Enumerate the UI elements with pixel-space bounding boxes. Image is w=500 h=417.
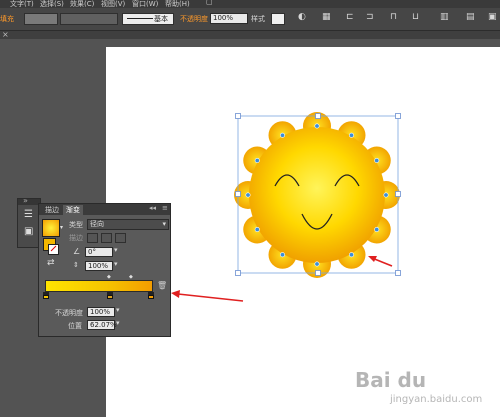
reverse-gradient-icon[interactable]: ⇄ xyxy=(47,258,55,268)
gradient-type-dropdown[interactable]: 径向 ▾ xyxy=(87,219,169,230)
angle-field[interactable]: 0° xyxy=(85,247,113,257)
trash-icon[interactable]: 🗑 xyxy=(157,281,167,290)
gradient-panel: 描边 渐变 ◂◂ ≡ ▾ ⇄ 类型 径向 ▾ 描边 ∠ 0° ▾ ⇕ 100% … xyxy=(38,203,171,337)
anchor-dot[interactable] xyxy=(254,158,260,164)
angle-icon: ∠ xyxy=(73,247,81,256)
anchor-dot[interactable] xyxy=(279,252,285,258)
thumbnail-menu-icon[interactable]: ▾ xyxy=(60,224,63,231)
anchor-dot[interactable] xyxy=(374,158,380,164)
location-dropdown-icon[interactable]: ▾ xyxy=(116,319,120,327)
stroke-swatch[interactable] xyxy=(48,244,59,255)
stroke-option-2[interactable] xyxy=(101,233,112,243)
layers-icon[interactable]: ▣ xyxy=(24,226,33,237)
menu-icon[interactable]: ☰ xyxy=(24,209,33,220)
location-label: 位置 xyxy=(68,322,82,330)
aspect-ratio-icon: ⇕ xyxy=(73,261,79,269)
stroke-option-1[interactable] xyxy=(87,233,98,243)
sun-face xyxy=(249,127,385,263)
anchor-dot[interactable] xyxy=(254,227,260,233)
stroke-label: 描边 xyxy=(69,234,83,242)
panel-header: 描边 渐变 ◂◂ ≡ xyxy=(39,204,170,215)
gradient-thumbnail[interactable] xyxy=(42,219,60,237)
location-field[interactable]: 62.07% xyxy=(87,320,117,330)
arrow-to-gradient-head xyxy=(171,290,180,298)
anchor-dot[interactable] xyxy=(245,192,251,198)
anchor-dot[interactable] xyxy=(348,132,354,138)
gradient-slider[interactable] xyxy=(45,280,153,292)
gradient-stop-start[interactable] xyxy=(43,292,49,299)
aspect-ratio-field[interactable]: 100% xyxy=(85,261,113,271)
gradient-stop-end[interactable] xyxy=(148,292,154,299)
anchor-dot[interactable] xyxy=(348,252,354,258)
collapse-panel-icon[interactable]: ◂◂ xyxy=(149,204,156,212)
collapse-icon[interactable]: » xyxy=(23,196,28,205)
baidu-watermark-logo: Bai du xyxy=(355,368,427,392)
anchor-dot[interactable] xyxy=(279,132,285,138)
tab-stroke[interactable]: 描边 xyxy=(42,205,62,215)
aspect-dropdown-icon[interactable]: ▾ xyxy=(114,260,118,268)
watermark-url: jingyan.baidu.com xyxy=(390,394,483,405)
arrow-to-gradient xyxy=(177,293,244,302)
anchor-dot[interactable] xyxy=(383,192,389,198)
stop-opacity-field[interactable]: 100% xyxy=(87,307,115,317)
gradient-stop-middle[interactable] xyxy=(107,292,113,299)
angle-dropdown-icon[interactable]: ▾ xyxy=(114,246,118,254)
anchor-dot[interactable] xyxy=(314,123,320,129)
panel-options-icon[interactable]: ≡ xyxy=(162,204,168,212)
stop-opacity-dropdown-icon[interactable]: ▾ xyxy=(116,306,120,314)
stop-opacity-label: 不透明度 xyxy=(55,309,83,317)
gradient-type-value: 径向 xyxy=(90,220,104,228)
anchor-dot[interactable] xyxy=(374,227,380,233)
stroke-option-3[interactable] xyxy=(115,233,126,243)
tab-gradient[interactable]: 渐变 xyxy=(63,205,83,215)
type-label: 类型 xyxy=(69,221,83,229)
chevron-down-icon: ▾ xyxy=(162,220,166,228)
anchor-dot[interactable] xyxy=(314,261,320,267)
